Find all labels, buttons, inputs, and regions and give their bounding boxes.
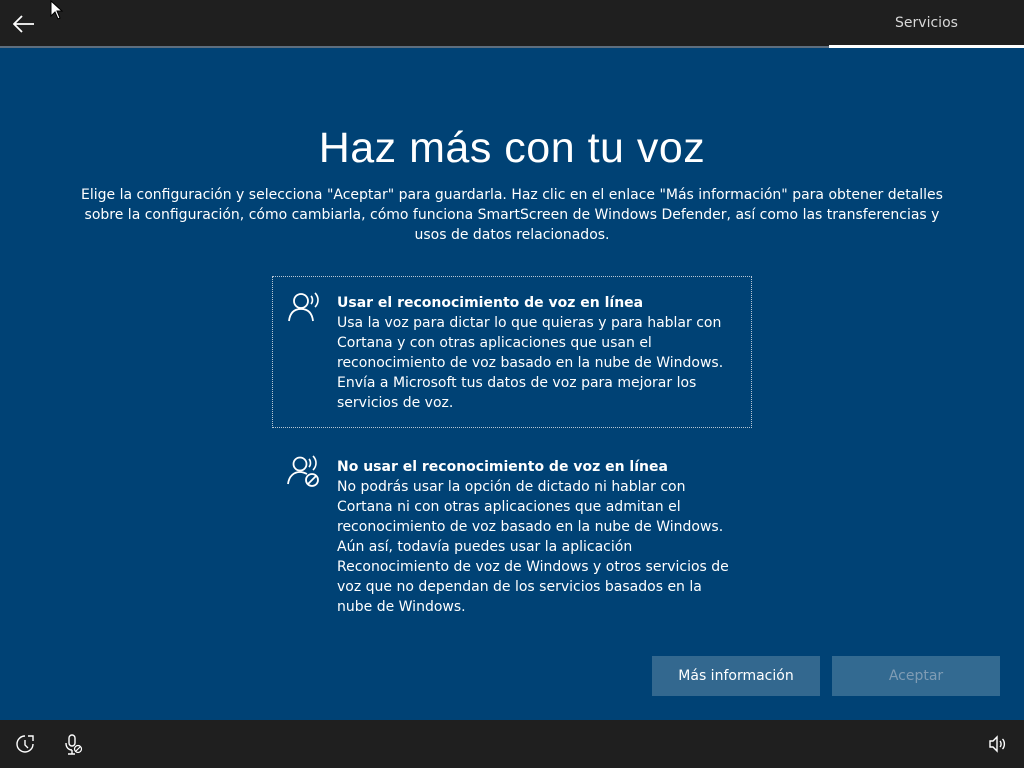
volume-icon[interactable] [986, 733, 1008, 755]
back-button[interactable] [6, 6, 42, 42]
option-description: Usa la voz para dictar lo que quieras y … [337, 315, 724, 411]
option-description: No podrás usar la opción de dictado ni h… [337, 479, 729, 615]
option-title: No usar el reconocimiento de voz en líne… [337, 459, 668, 475]
page-description: Elige la configuración y selecciona "Ace… [81, 187, 943, 243]
more-info-button[interactable]: Más información [652, 656, 820, 696]
tab-services-indicator [829, 45, 1024, 48]
ease-of-access-icon[interactable] [14, 733, 36, 755]
arrow-left-icon [13, 15, 34, 33]
option-no-online-speech[interactable]: No usar el reconocimiento de voz en líne… [272, 440, 752, 615]
accept-button[interactable]: Aceptar [832, 656, 1000, 696]
page-title: Haz más con tu voz [318, 124, 706, 172]
microphone-blocked-icon[interactable] [62, 733, 84, 755]
bottom-bar [0, 720, 1024, 768]
tab-services[interactable]: Servicios [829, 0, 1024, 46]
option-title: Usar el reconocimiento de voz en línea [337, 295, 644, 311]
option-use-online-speech[interactable]: Usar el reconocimiento de voz en línea U… [272, 276, 752, 428]
speech-person-icon [288, 292, 319, 322]
speech-person-blocked-icon [287, 455, 319, 487]
mouse-cursor-icon [50, 0, 64, 20]
